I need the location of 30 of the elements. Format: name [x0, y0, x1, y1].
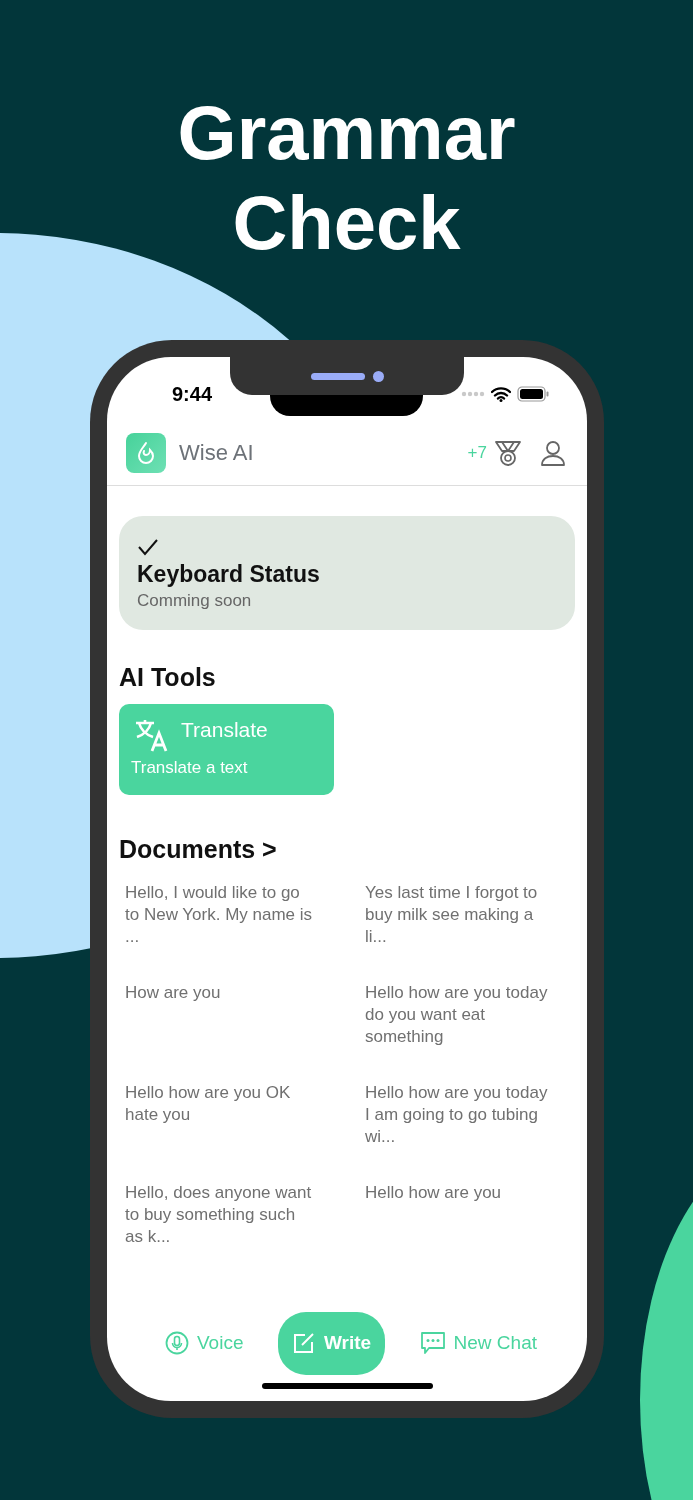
- section-heading: AI Tools: [119, 663, 216, 692]
- card-title: Keyboard Status: [137, 561, 320, 588]
- checkmark-icon: [137, 538, 159, 556]
- battery-icon: [517, 386, 549, 402]
- chat-icon: [419, 1330, 446, 1356]
- document-preview[interactable]: How are you: [125, 982, 365, 1004]
- flame-logo-icon: [126, 433, 166, 473]
- tool-title: Translate: [181, 718, 268, 742]
- app-name: Wise AI: [179, 440, 255, 466]
- documents-link[interactable]: Documents >: [119, 835, 277, 864]
- points-count: +7: [467, 443, 487, 463]
- status-time: 9:44: [172, 382, 213, 406]
- keyboard-status-card[interactable]: Keyboard Status Comming soon: [119, 516, 575, 630]
- microphone-icon: [165, 1331, 189, 1355]
- profile-icon[interactable]: [539, 439, 567, 467]
- document-preview[interactable]: Hello how are you today I am going to go tubing wi...: [365, 1082, 565, 1148]
- medal-icon[interactable]: [493, 438, 523, 468]
- document-preview[interactable]: Hello, I would like to go to New York. My name is ...: [125, 882, 365, 948]
- document-preview[interactable]: Hello how are you today do you want eat something: [365, 982, 565, 1048]
- card-subtitle: Comming soon: [137, 591, 252, 611]
- document-preview[interactable]: Yes last time I forgot to buy milk see making a li...: [365, 882, 565, 948]
- document-preview[interactable]: Hello how are you: [365, 1182, 565, 1204]
- document-preview[interactable]: Hello, does anyone want to buy something such as k...: [125, 1182, 365, 1248]
- headline: Grammar: [177, 89, 516, 177]
- headline: Check: [232, 179, 461, 267]
- tool-subtitle: Translate a text: [131, 758, 248, 778]
- wifi-icon: [491, 386, 511, 402]
- compose-icon: [291, 1331, 316, 1355]
- signal-icon: [461, 391, 485, 397]
- translate-icon: [133, 718, 169, 752]
